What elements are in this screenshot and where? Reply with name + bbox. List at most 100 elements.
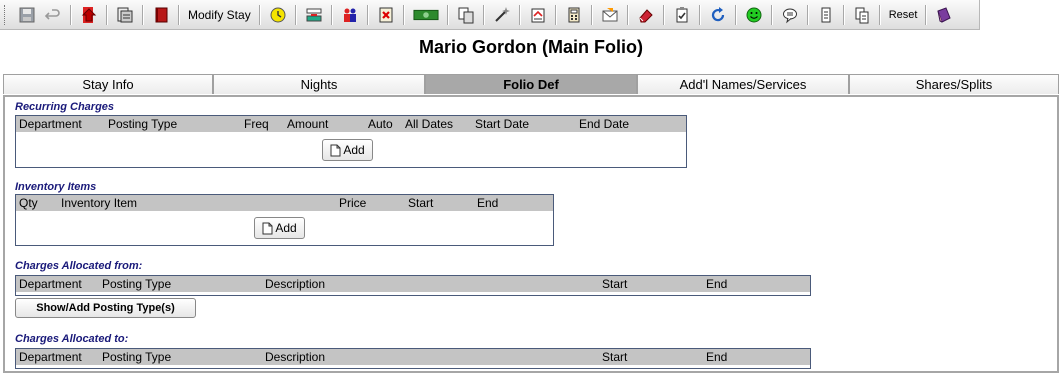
column-header-freq[interactable]: Freq xyxy=(244,117,269,131)
wand-icon[interactable] xyxy=(491,4,513,26)
toolbar-separator xyxy=(806,4,809,25)
tab-addl-names-services[interactable]: Add'l Names/Services xyxy=(637,74,849,94)
column-header-start[interactable]: Start xyxy=(602,277,627,291)
print-icon[interactable] xyxy=(114,4,136,26)
column-header-end[interactable]: End xyxy=(477,196,498,210)
inventory-items-grid: Qty Inventory Item Price Start End Add xyxy=(15,194,554,246)
reset-button[interactable]: Reset xyxy=(885,9,922,21)
column-header-department[interactable]: Department xyxy=(19,277,82,291)
column-header-amount[interactable]: Amount xyxy=(287,117,328,131)
toolbar-separator xyxy=(698,4,701,25)
inventory-items-header: Qty Inventory Item Price Start End xyxy=(16,195,553,211)
folio-def-panel: Recurring Charges Department Posting Typ… xyxy=(3,95,1059,373)
guests-icon[interactable] xyxy=(339,4,361,26)
toolbar: Modify Stay Reset xyxy=(0,0,980,30)
new-document-icon xyxy=(330,144,341,156)
toolbar-separator xyxy=(258,4,261,25)
spellbook-icon[interactable] xyxy=(933,4,955,26)
toolbar-separator xyxy=(626,4,629,25)
cancel-icon[interactable] xyxy=(375,4,397,26)
clipboard-check-icon[interactable] xyxy=(671,4,693,26)
recurring-charges-header: Department Posting Type Freq Amount Auto… xyxy=(16,116,686,132)
charges-allocated-from-header: Department Posting Type Description Star… xyxy=(16,276,810,292)
tab-folio-def[interactable]: Folio Def xyxy=(425,74,637,94)
column-header-inventory-item[interactable]: Inventory Item xyxy=(61,196,137,210)
column-header-end[interactable]: End xyxy=(706,277,727,291)
tab-bar: Stay Info Nights Folio Def Add'l Names/S… xyxy=(3,74,1059,95)
toolbar-separator xyxy=(366,4,369,25)
add-button-label: Add xyxy=(275,221,297,235)
toolbar-separator xyxy=(662,4,665,25)
column-header-auto[interactable]: Auto xyxy=(368,117,393,131)
checkout-icon[interactable] xyxy=(78,4,100,26)
charges-allocated-to-grid: Department Posting Type Description Star… xyxy=(15,348,811,369)
tab-stay-info[interactable]: Stay Info xyxy=(3,74,213,94)
copy-icon[interactable] xyxy=(455,4,477,26)
column-header-department[interactable]: Department xyxy=(19,350,82,364)
column-header-end-date[interactable]: End Date xyxy=(579,117,629,131)
undo-icon[interactable] xyxy=(42,4,64,26)
column-header-department[interactable]: Department xyxy=(19,117,82,131)
column-header-start-date[interactable]: Start Date xyxy=(475,117,529,131)
modify-stay-button[interactable]: Modify Stay xyxy=(184,8,255,22)
speech-bubble-icon[interactable] xyxy=(779,4,801,26)
inventory-items-label: Inventory Items xyxy=(15,181,97,193)
toolbar-separator xyxy=(554,4,557,25)
column-header-qty[interactable]: Qty xyxy=(19,196,38,210)
column-header-all-dates[interactable]: All Dates xyxy=(405,117,453,131)
toolbar-separator xyxy=(142,4,144,25)
mail-icon[interactable] xyxy=(599,4,621,26)
eraser-icon[interactable] xyxy=(635,4,657,26)
column-header-price[interactable]: Price xyxy=(339,196,366,210)
recurring-charges-label: Recurring Charges xyxy=(15,101,115,113)
show-add-posting-types-button[interactable]: Show/Add Posting Type(s) xyxy=(15,298,196,318)
new-document-icon xyxy=(262,222,273,234)
scroll-icon[interactable] xyxy=(815,4,837,26)
toolbar-separator xyxy=(518,4,521,25)
column-header-description[interactable]: Description xyxy=(265,350,325,364)
toolbar-separator xyxy=(70,4,72,25)
money-icon[interactable] xyxy=(411,4,441,26)
page-title: Mario Gordon (Main Folio) xyxy=(419,37,643,57)
charges-allocated-to-label: Charges Allocated to: xyxy=(15,333,129,345)
toolbar-separator xyxy=(482,4,485,25)
toolbar-separator xyxy=(878,4,881,25)
toolbar-separator xyxy=(446,4,449,25)
toolbar-separator xyxy=(842,4,845,25)
toolbar-separator xyxy=(590,4,593,25)
refresh-icon[interactable] xyxy=(707,4,729,26)
column-header-posting-type[interactable]: Posting Type xyxy=(108,117,177,131)
documents-icon[interactable] xyxy=(851,4,873,26)
toolbar-separator xyxy=(734,4,737,25)
clock-icon[interactable] xyxy=(267,4,289,26)
toolbar-separator xyxy=(770,4,773,25)
rate-icon[interactable] xyxy=(303,4,325,26)
toolbar-separator xyxy=(402,4,405,25)
recurring-charges-grid: Department Posting Type Freq Amount Auto… xyxy=(15,115,687,168)
charges-allocated-from-label: Charges Allocated from: xyxy=(15,260,143,272)
column-header-posting-type[interactable]: Posting Type xyxy=(102,350,171,364)
toolbar-separator xyxy=(178,4,180,25)
book-icon[interactable] xyxy=(150,4,172,26)
bill-icon[interactable] xyxy=(527,4,549,26)
smiley-icon[interactable] xyxy=(743,4,765,26)
tab-nights[interactable]: Nights xyxy=(213,74,425,94)
add-button-label: Add xyxy=(343,143,365,157)
column-header-posting-type[interactable]: Posting Type xyxy=(102,277,171,291)
calculator-icon[interactable] xyxy=(563,4,585,26)
charges-allocated-from-grid: Department Posting Type Description Star… xyxy=(15,275,811,296)
charges-allocated-to-header: Department Posting Type Description Star… xyxy=(16,349,810,365)
toolbar-separator xyxy=(294,4,297,25)
column-header-start[interactable]: Start xyxy=(602,350,627,364)
column-header-start[interactable]: Start xyxy=(408,196,433,210)
toolbar-grip[interactable] xyxy=(4,4,8,25)
column-header-description[interactable]: Description xyxy=(265,277,325,291)
toolbar-separator xyxy=(925,4,928,25)
column-header-end[interactable]: End xyxy=(706,350,727,364)
add-inventory-item-button[interactable]: Add xyxy=(254,217,305,239)
toolbar-separator xyxy=(106,4,108,25)
tab-shares-splits[interactable]: Shares/Splits xyxy=(849,74,1059,94)
toolbar-separator xyxy=(330,4,333,25)
add-recurring-charge-button[interactable]: Add xyxy=(322,139,373,161)
save-icon[interactable] xyxy=(16,4,38,26)
